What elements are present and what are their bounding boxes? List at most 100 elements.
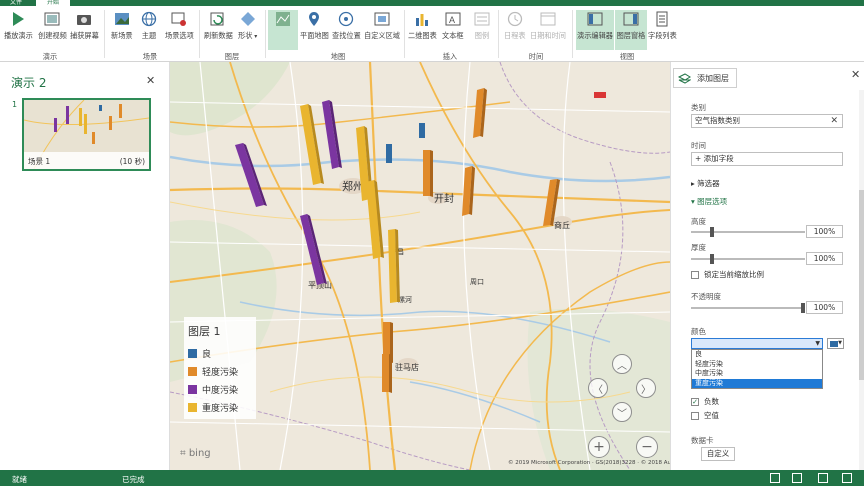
view-normal-icon[interactable] bbox=[770, 473, 780, 483]
lock-scale-checkbox[interactable]: 锁定当前缩放比例 bbox=[691, 269, 764, 280]
dropdown-option[interactable]: 轻度污染 bbox=[692, 360, 822, 370]
height-label: 高度 bbox=[691, 217, 706, 226]
flat-map-icon bbox=[305, 10, 323, 28]
data-column-side bbox=[430, 150, 433, 197]
group-label-tour: 演示 bbox=[42, 52, 58, 61]
rotate-right-button[interactable]: 〉 bbox=[636, 378, 656, 398]
chevron-down-icon: ﹀ bbox=[617, 408, 627, 420]
group-label-time: 时间 bbox=[528, 52, 544, 61]
tour-title: 演示 2 bbox=[11, 76, 47, 90]
checkbox-icon bbox=[691, 411, 699, 420]
opacity-slider-thumb[interactable] bbox=[801, 303, 805, 313]
remove-category-icon[interactable]: ✕ bbox=[830, 115, 838, 127]
layer-options-section[interactable]: ▾ 图层选项 bbox=[691, 196, 727, 207]
datetime-button[interactable]: 日期和时间 bbox=[530, 10, 566, 50]
filters-section[interactable]: ▸ 筛选器 bbox=[691, 178, 720, 189]
city-label-shangqiu: 商丘 bbox=[554, 220, 570, 230]
scene-options-button[interactable]: 场景选项 bbox=[165, 10, 194, 50]
data-column-side bbox=[389, 354, 392, 393]
close-layer-pane-icon[interactable]: ✕ bbox=[851, 68, 860, 81]
height-value[interactable]: 100% bbox=[806, 225, 843, 238]
legend-title: 图层 1 bbox=[188, 325, 221, 338]
data-column[interactable] bbox=[423, 150, 430, 196]
theme-button[interactable]: 主题 bbox=[140, 10, 158, 50]
add-time-field-button[interactable]: + 添加字段 bbox=[691, 152, 843, 166]
shapes-button[interactable]: 形状 ▾ bbox=[238, 10, 257, 50]
view-fullscreen-icon[interactable] bbox=[842, 473, 852, 483]
minus-icon: − bbox=[641, 439, 653, 455]
field-list-icon bbox=[653, 10, 671, 28]
data-column[interactable] bbox=[386, 144, 392, 163]
bing-logo: ⌗ bing bbox=[180, 448, 211, 459]
legend-button[interactable]: 图例 bbox=[473, 10, 491, 50]
video-icon bbox=[43, 10, 61, 28]
map-legend[interactable]: 图层 1 良 轻度污染 中度污染 重度污染 bbox=[184, 317, 256, 419]
category-field[interactable]: 空气指数类别 ✕ bbox=[691, 114, 843, 128]
dropdown-option[interactable]: 良 bbox=[692, 350, 822, 360]
svg-text:A: A bbox=[449, 15, 455, 25]
view-fit-icon[interactable] bbox=[792, 473, 802, 483]
data-column[interactable] bbox=[382, 354, 389, 392]
plus-icon: + bbox=[695, 154, 704, 163]
new-scene-button[interactable]: 新场景 bbox=[111, 10, 133, 50]
chart2d-button[interactable]: 二维图表 bbox=[408, 10, 437, 50]
bar-chart-icon bbox=[413, 10, 431, 28]
layer-pane-scrollbar[interactable] bbox=[859, 90, 864, 470]
ribbon: 播放演示 创建视频 捕获屏幕 演示 新场景 主题 场景选项 场景 刷新数据 形状… bbox=[0, 6, 864, 62]
map-labels-button[interactable] bbox=[268, 10, 298, 50]
custom-region-button[interactable]: 自定义区域 bbox=[364, 10, 400, 50]
tour-editor-button[interactable]: 演示编辑器 bbox=[576, 10, 614, 50]
data-column[interactable] bbox=[419, 123, 425, 138]
scrollbar-thumb[interactable] bbox=[859, 190, 864, 380]
timeline-button[interactable]: 日程表 bbox=[504, 10, 526, 50]
color-category-select[interactable]: ▼ bbox=[691, 338, 823, 349]
view-expand-icon[interactable] bbox=[818, 473, 828, 483]
chevron-up-icon: ︿ bbox=[617, 360, 627, 372]
color-picker-button[interactable]: ▼ bbox=[827, 338, 844, 349]
negative-checkbox[interactable]: ✓ 负数 bbox=[691, 396, 719, 407]
zoom-out-button[interactable]: − bbox=[636, 436, 658, 458]
flat-map-button[interactable]: 平面地图 bbox=[300, 10, 329, 50]
height-slider[interactable] bbox=[691, 227, 805, 237]
zoom-in-button[interactable]: + bbox=[588, 436, 610, 458]
custom-data-card-button[interactable]: 自定义 bbox=[701, 447, 735, 461]
tilt-up-button[interactable]: ︿ bbox=[612, 354, 632, 374]
add-layer-button[interactable]: 添加图层 bbox=[673, 68, 737, 88]
data-card-label: 数据卡 bbox=[691, 436, 714, 445]
group-label-scene: 场景 bbox=[142, 52, 158, 61]
map-copyright: © 2019 Microsoft Corporation · GS(2018)3… bbox=[508, 460, 689, 466]
find-location-button[interactable]: 查找位置 bbox=[332, 10, 361, 50]
close-tour-pane-icon[interactable]: ✕ bbox=[146, 74, 155, 87]
opacity-slider[interactable] bbox=[691, 303, 805, 313]
bing-icon: ⌗ bbox=[180, 448, 189, 459]
scene-duration: (10 秒) bbox=[119, 157, 145, 166]
color-category-dropdown: 良 轻度污染 中度污染 重度污染 bbox=[691, 349, 823, 389]
thickness-slider-thumb[interactable] bbox=[709, 254, 714, 264]
new-scene-icon bbox=[113, 10, 131, 28]
refresh-data-button[interactable]: 刷新数据 bbox=[204, 10, 233, 50]
chevron-right-icon: 〉 bbox=[641, 384, 651, 396]
checkmark-icon: ✓ bbox=[691, 397, 699, 406]
field-list-button[interactable]: 字段列表 bbox=[648, 10, 677, 50]
calendar-icon bbox=[539, 10, 557, 28]
color-swatch bbox=[830, 341, 838, 347]
thickness-value[interactable]: 100% bbox=[806, 252, 843, 265]
dropdown-option-selected[interactable]: 重度污染 bbox=[692, 378, 822, 388]
thickness-slider[interactable] bbox=[691, 254, 805, 264]
legend-swatch bbox=[188, 348, 197, 358]
textbox-button[interactable]: A 文本框 bbox=[442, 10, 464, 50]
play-tour-button[interactable]: 播放演示 bbox=[4, 10, 33, 50]
empty-checkbox[interactable]: 空值 bbox=[691, 410, 719, 421]
scene-thumbnail[interactable]: 场景 1 (10 秒) bbox=[22, 98, 151, 171]
tilt-down-button[interactable]: ﹀ bbox=[612, 402, 632, 422]
group-label-view: 视图 bbox=[619, 52, 635, 61]
capture-screen-button[interactable]: 捕获屏幕 bbox=[70, 10, 99, 50]
opacity-value[interactable]: 100% bbox=[806, 301, 843, 314]
layer-pane-button[interactable]: 图层窗格 bbox=[615, 10, 647, 50]
create-video-button[interactable]: 创建视频 bbox=[38, 10, 67, 50]
legend-item: 中度污染 bbox=[188, 383, 238, 396]
dropdown-option[interactable]: 中度污染 bbox=[692, 369, 822, 379]
checkbox-icon bbox=[691, 270, 699, 279]
rotate-left-button[interactable]: 〈 bbox=[588, 378, 608, 398]
height-slider-thumb[interactable] bbox=[709, 227, 714, 237]
